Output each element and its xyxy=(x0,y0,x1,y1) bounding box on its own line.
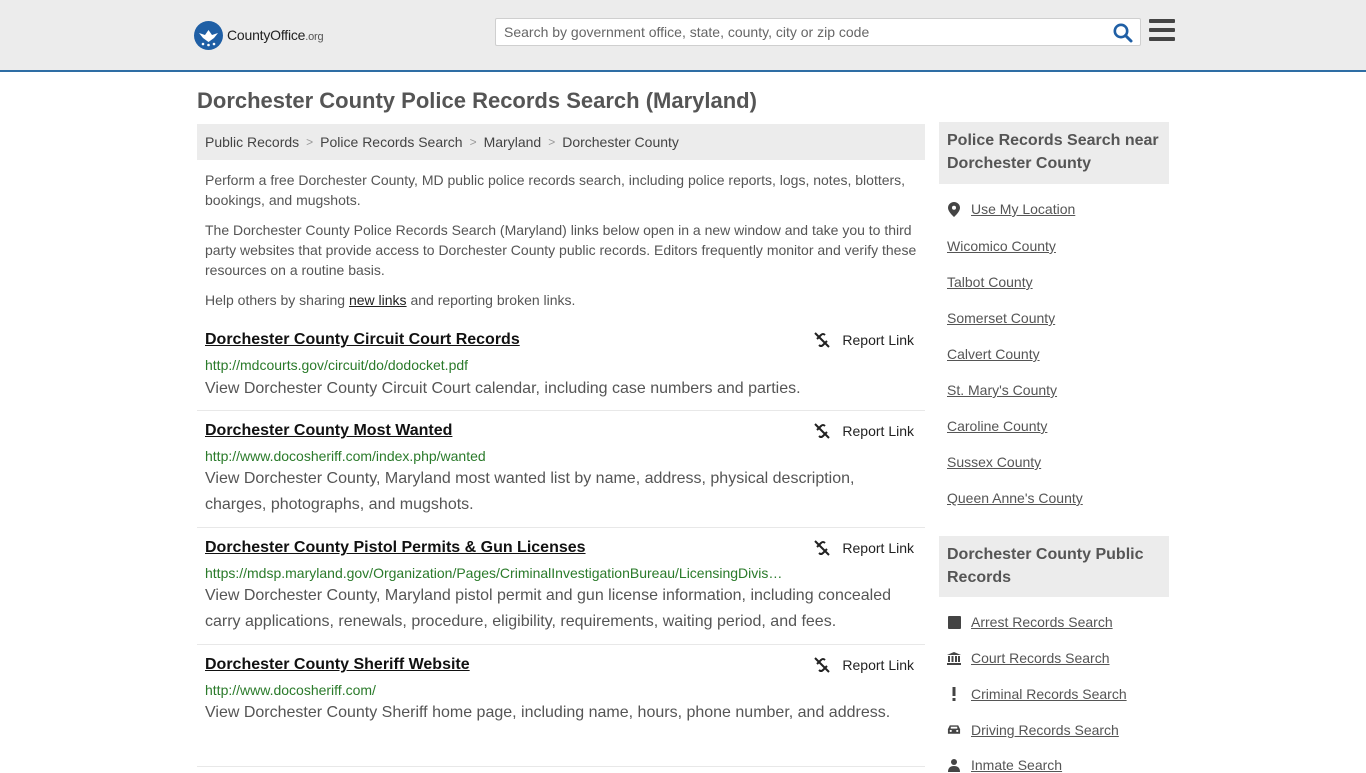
use-my-location[interactable]: Use My Location xyxy=(947,201,1075,217)
exclamation-icon xyxy=(947,687,961,701)
new-links-link[interactable]: new links xyxy=(349,292,407,308)
report-link-button[interactable]: Report Link xyxy=(814,657,914,673)
page-title: Dorchester County Police Records Search … xyxy=(197,88,757,113)
result-url: http://mdcourts.gov/circuit/do/dodocket.… xyxy=(205,357,469,373)
result-item: Dorchester County Sheriff Website Report… xyxy=(197,645,925,767)
nearby-county-link[interactable]: Sussex County xyxy=(947,454,1041,470)
inmate-search-item[interactable]: Inmate Search xyxy=(947,757,1062,773)
nearby-county-link[interactable]: Queen Anne's County xyxy=(947,490,1083,506)
square-icon xyxy=(947,615,961,629)
result-description: View Dorchester County, Maryland most wa… xyxy=(205,470,855,513)
car-icon xyxy=(947,723,961,737)
breadcrumb-separator: > xyxy=(548,135,556,149)
driving-records-item[interactable]: Driving Records Search xyxy=(947,722,1119,738)
result-url: http://www.docosheriff.com/index.php/wan… xyxy=(205,448,486,464)
arrest-records-item[interactable]: Arrest Records Search xyxy=(947,614,1113,630)
courthouse-icon xyxy=(947,651,961,665)
breadcrumb-dorchester-county[interactable]: Dorchester County xyxy=(562,134,679,150)
nearby-county-link[interactable]: Talbot County xyxy=(947,274,1033,290)
report-link-button[interactable]: Report Link xyxy=(814,540,914,556)
report-link-button[interactable]: Report Link xyxy=(814,423,914,439)
intro-paragraph: Perform a free Dorchester County, MD pub… xyxy=(205,172,906,208)
result-item: Dorchester County Most Wanted Report Lin… xyxy=(197,411,925,528)
arrest-records-link[interactable]: Arrest Records Search xyxy=(971,614,1113,630)
court-records-link[interactable]: Court Records Search xyxy=(971,650,1110,666)
broken-link-icon xyxy=(814,423,831,439)
breadcrumb-maryland[interactable]: Maryland xyxy=(484,134,542,150)
search-input[interactable] xyxy=(496,19,1106,45)
breadcrumb: Public Records > Police Records Search >… xyxy=(197,124,925,160)
breadcrumb-public-records[interactable]: Public Records xyxy=(205,134,299,150)
search-box xyxy=(495,18,1141,46)
criminal-records-item[interactable]: Criminal Records Search xyxy=(947,686,1127,702)
share-paragraph: Help others by sharing new links and rep… xyxy=(205,292,576,308)
result-title-link[interactable]: Dorchester County Pistol Permits & Gun L… xyxy=(205,539,586,557)
result-description: View Dorchester County Circuit Court cal… xyxy=(205,380,801,397)
search-icon[interactable] xyxy=(1112,22,1134,44)
nearby-county-link[interactable]: St. Mary's County xyxy=(947,382,1057,398)
driving-records-link[interactable]: Driving Records Search xyxy=(971,722,1119,738)
broken-link-icon xyxy=(814,332,831,348)
result-url: http://www.docosheriff.com/ xyxy=(205,682,376,698)
public-records-heading: Dorchester County Public Records xyxy=(939,536,1169,597)
site-logo[interactable]: CountyOffice.org xyxy=(194,20,324,50)
use-my-location-link[interactable]: Use My Location xyxy=(971,201,1075,217)
nearby-county-link[interactable]: Calvert County xyxy=(947,346,1040,362)
logo-eagle-icon xyxy=(194,20,223,50)
criminal-records-link[interactable]: Criminal Records Search xyxy=(971,686,1127,702)
result-title-link[interactable]: Dorchester County Sheriff Website xyxy=(205,656,470,674)
hamburger-menu-icon[interactable] xyxy=(1149,19,1175,43)
broken-link-icon xyxy=(814,540,831,556)
broken-link-icon xyxy=(814,657,831,673)
result-title-link[interactable]: Dorchester County Most Wanted xyxy=(205,422,452,440)
nearby-county-link[interactable]: Caroline County xyxy=(947,418,1047,434)
map-pin-icon xyxy=(947,201,961,217)
result-title-link[interactable]: Dorchester County Circuit Court Records xyxy=(205,331,520,349)
nearby-county-link[interactable]: Wicomico County xyxy=(947,238,1056,254)
logo-text: CountyOffice.org xyxy=(227,27,324,43)
breadcrumb-separator: > xyxy=(306,135,314,149)
site-header: CountyOffice.org xyxy=(0,0,1366,72)
result-item: Dorchester County Circuit Court Records … xyxy=(197,324,925,411)
nearby-county-link[interactable]: Somerset County xyxy=(947,310,1055,326)
breadcrumb-police-records-search[interactable]: Police Records Search xyxy=(320,134,462,150)
inmate-icon xyxy=(947,758,961,772)
inmate-search-link[interactable]: Inmate Search xyxy=(971,757,1062,773)
disclaimer-paragraph: The Dorchester County Police Records Sea… xyxy=(205,222,917,278)
nearby-heading: Police Records Search near Dorchester Co… xyxy=(939,122,1169,184)
result-item: Dorchester County Pistol Permits & Gun L… xyxy=(197,528,925,645)
result-description: View Dorchester County Sheriff home page… xyxy=(205,704,891,721)
result-url: https://mdsp.maryland.gov/Organization/P… xyxy=(205,565,783,581)
breadcrumb-separator: > xyxy=(469,135,477,149)
report-link-button[interactable]: Report Link xyxy=(814,332,914,348)
result-description: View Dorchester County, Maryland pistol … xyxy=(205,587,891,630)
court-records-item[interactable]: Court Records Search xyxy=(947,650,1110,666)
